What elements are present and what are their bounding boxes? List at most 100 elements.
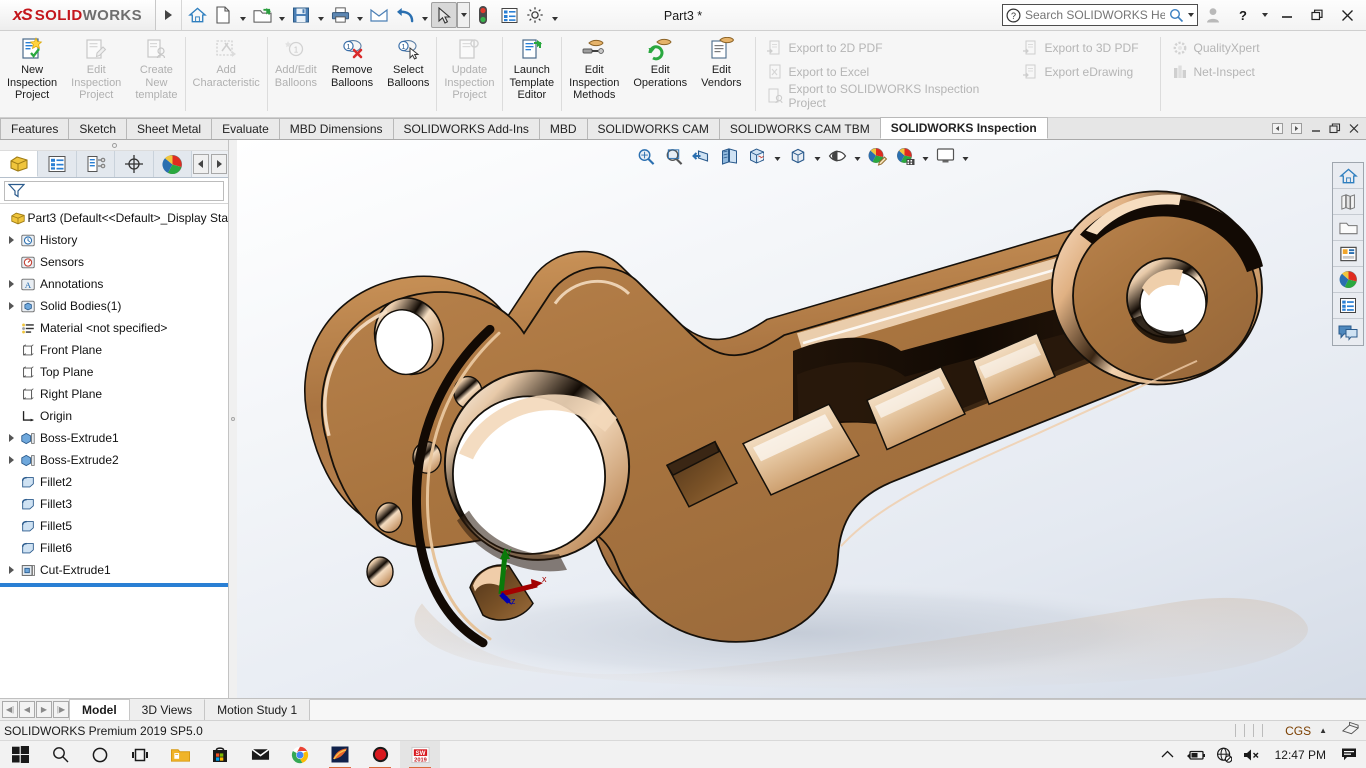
- first-tab-button[interactable]: ◀|: [2, 701, 18, 718]
- tree-item-cut-extrude1[interactable]: Cut-Extrude1: [0, 559, 228, 581]
- new-document-icon[interactable]: [210, 2, 236, 28]
- apply-scene-icon[interactable]: [892, 144, 919, 168]
- search-help-box[interactable]: ?: [1002, 4, 1198, 26]
- tab-sheet-metal[interactable]: Sheet Metal: [126, 118, 213, 139]
- doc-close-button[interactable]: [1345, 120, 1362, 137]
- hide-show-items-icon[interactable]: [824, 144, 851, 168]
- doc-minimize-button[interactable]: [1307, 120, 1324, 137]
- media-app-icon[interactable]: [320, 741, 360, 768]
- tree-item-sensors[interactable]: Sensors: [0, 251, 228, 273]
- layout-icon[interactable]: [1333, 241, 1363, 267]
- sphere-color-icon[interactable]: [1333, 267, 1363, 293]
- tab-evaluate[interactable]: Evaluate: [211, 118, 280, 139]
- volume-muted-icon[interactable]: [1239, 741, 1265, 768]
- search-taskbar-icon[interactable]: [40, 741, 80, 768]
- save-floppy-icon[interactable]: [288, 2, 314, 28]
- display-manager-tab[interactable]: [153, 151, 193, 177]
- zoom-to-area-icon[interactable]: [660, 144, 687, 168]
- tab-solidworks-inspection[interactable]: SOLIDWORKS Inspection: [879, 117, 1048, 139]
- printer-icon[interactable]: [327, 2, 353, 28]
- microsoft-store-icon[interactable]: [200, 741, 240, 768]
- network-globe-icon[interactable]: [1211, 741, 1237, 768]
- mail-icon[interactable]: [240, 741, 280, 768]
- tree-item-solid-bodies[interactable]: Solid Bodies(1): [0, 295, 228, 317]
- bottom-tab-model[interactable]: Model: [69, 699, 130, 720]
- solidworks-2019-icon[interactable]: SW 2019: [400, 740, 440, 768]
- feature-tree-tab[interactable]: [0, 151, 39, 177]
- menu-expand-button[interactable]: [156, 0, 182, 30]
- search-dropdown-icon[interactable]: [1188, 13, 1194, 17]
- menu-export-solidworks-inspection-project[interactable]: Export to SOLIDWORKS Inspection Project: [760, 82, 1012, 110]
- graphics-viewport[interactable]: y x z: [237, 140, 1366, 698]
- task-view-icon[interactable]: [120, 741, 160, 768]
- expander[interactable]: [4, 566, 18, 574]
- print-preview-icon[interactable]: [366, 2, 392, 28]
- chevron-up-icon[interactable]: [1155, 741, 1181, 768]
- tab-mbd-dimensions[interactable]: MBD Dimensions: [278, 118, 394, 139]
- edit-appearance-icon[interactable]: [864, 144, 891, 168]
- close-button[interactable]: [1332, 0, 1362, 31]
- display-style-icon[interactable]: [784, 144, 811, 168]
- list-icon[interactable]: [1333, 293, 1363, 319]
- tree-item-fillet5[interactable]: Fillet5: [0, 515, 228, 537]
- tree-item-history[interactable]: History: [0, 229, 228, 251]
- tab-features[interactable]: Features: [0, 118, 70, 139]
- tree-item-fillet2[interactable]: Fillet2: [0, 471, 228, 493]
- cmd-add-edit-balloons[interactable]: 1 Add/Edit Balloons: [268, 31, 324, 117]
- tree-item-material[interactable]: Material <not specified>: [0, 317, 228, 339]
- cmd-edit-operations[interactable]: Edit Operations: [626, 31, 694, 117]
- cmd-remove-balloons[interactable]: 1 Remove Balloons: [324, 31, 380, 117]
- tab-sketch[interactable]: Sketch: [68, 118, 128, 139]
- units-indicator[interactable]: CGS: [1277, 724, 1319, 738]
- menu-net-inspect[interactable]: Net-Inspect: [1165, 61, 1311, 82]
- battery-icon[interactable]: [1183, 741, 1209, 768]
- notification-icon[interactable]: [1336, 741, 1362, 768]
- view-settings-dropdown-icon[interactable]: [960, 144, 971, 168]
- print-dropdown[interactable]: [353, 2, 366, 28]
- books-icon[interactable]: [1333, 189, 1363, 215]
- cortana-circle-icon[interactable]: [80, 741, 120, 768]
- menu-export-edrawing[interactable]: Export eDrawing: [1016, 61, 1160, 82]
- menu-qualityxpert[interactable]: QualityXpert: [1165, 37, 1311, 58]
- tabs-scroll-right[interactable]: [211, 154, 228, 174]
- tree-item-boss-extrude2[interactable]: Boss-Extrude2: [0, 449, 228, 471]
- cmd-new-inspection-project[interactable]: New Inspection Project: [0, 31, 64, 117]
- file-explorer-icon[interactable]: [160, 741, 200, 768]
- help-dropdown-icon[interactable]: [1258, 0, 1272, 31]
- panel-splitter[interactable]: [229, 140, 237, 698]
- cmd-select-balloons[interactable]: 1 Select Balloons: [380, 31, 436, 117]
- expander[interactable]: [4, 302, 18, 310]
- tabs-scroll-left[interactable]: [193, 154, 210, 174]
- open-dropdown[interactable]: [275, 2, 288, 28]
- zoom-to-fit-icon[interactable]: [632, 144, 659, 168]
- comment-icon[interactable]: [1333, 319, 1363, 345]
- user-icon[interactable]: [1198, 0, 1228, 31]
- configuration-manager-tab[interactable]: [76, 151, 116, 177]
- apply-scene-dropdown-icon[interactable]: [920, 144, 931, 168]
- select-dropdown[interactable]: [457, 2, 470, 28]
- tree-item-fillet6[interactable]: Fillet6: [0, 537, 228, 559]
- units-dropdown-icon[interactable]: ▲: [1319, 726, 1341, 735]
- view-orientation-dropdown-icon[interactable]: [772, 144, 783, 168]
- tree-item-top-plane[interactable]: Top Plane: [0, 361, 228, 383]
- tree-item-right-plane[interactable]: Right Plane: [0, 383, 228, 405]
- tree-item-part3[interactable]: Part3 (Default<<Default>_Display Sta: [0, 207, 228, 229]
- prev-doc-button[interactable]: [1269, 120, 1286, 137]
- hide-show-dropdown-icon[interactable]: [852, 144, 863, 168]
- cmd-launch-template-editor[interactable]: Launch Template Editor: [503, 31, 562, 117]
- display-style-dropdown-icon[interactable]: [812, 144, 823, 168]
- edit-part-icon[interactable]: [1341, 721, 1360, 740]
- record-icon[interactable]: [360, 741, 400, 768]
- save-dropdown[interactable]: [314, 2, 327, 28]
- cmd-create-new-template[interactable]: Create New template: [128, 31, 184, 117]
- cmd-edit-inspection-methods[interactable]: Edit Inspection Methods: [562, 31, 626, 117]
- new-document-dropdown[interactable]: [236, 2, 249, 28]
- cmd-edit-inspection-project[interactable]: Edit Inspection Project: [64, 31, 128, 117]
- properties-list-icon[interactable]: [496, 2, 522, 28]
- next-tab-button[interactable]: ▶: [36, 701, 52, 718]
- next-doc-button[interactable]: [1288, 120, 1305, 137]
- traffic-light-icon[interactable]: [470, 2, 496, 28]
- feature-tree[interactable]: Part3 (Default<<Default>_Display Sta His…: [0, 204, 228, 698]
- expander[interactable]: [4, 456, 18, 464]
- expander[interactable]: [4, 280, 18, 288]
